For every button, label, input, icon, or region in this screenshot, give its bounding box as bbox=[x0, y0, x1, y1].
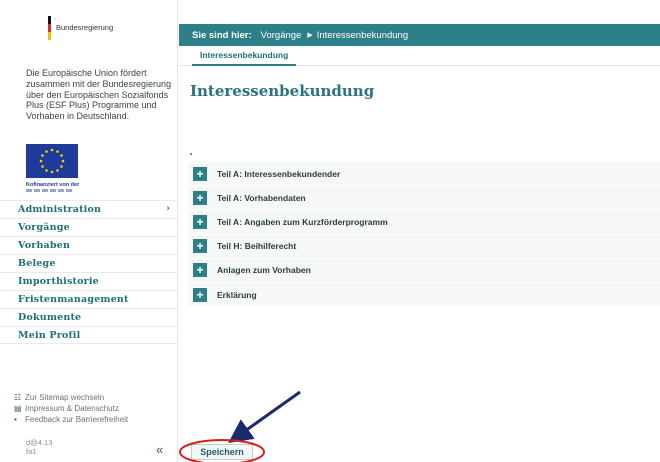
sidebar-item-dokumente[interactable]: Dokumente bbox=[0, 308, 178, 326]
sidebar-item-label: Vorgänge bbox=[18, 222, 70, 233]
section-erklaerung[interactable]: + Erklärung bbox=[188, 282, 660, 308]
sidebar-item-mein-profil[interactable]: Mein Profil bbox=[0, 326, 178, 344]
sitemap-link[interactable]: ☷ Zur Sitemap wechseln bbox=[14, 392, 128, 403]
section-title: Erklärung bbox=[217, 289, 257, 300]
cofinanced-label: Kofinanziert von der bbox=[26, 182, 80, 188]
section-title: Anlagen zum Vorhaben bbox=[217, 265, 311, 276]
sidebar-item-vorgaenge[interactable]: Vorgänge bbox=[0, 218, 178, 236]
eu-funding-notice: Die Europäische Union fördert zusammen m… bbox=[26, 68, 172, 122]
sidebar-item-fristenmanagement[interactable]: Fristenmanagement bbox=[0, 290, 178, 308]
sidebar-item-vorhaben[interactable]: Vorhaben bbox=[0, 236, 178, 254]
expand-plus-icon[interactable]: + bbox=[193, 287, 207, 302]
expand-plus-icon[interactable]: + bbox=[193, 239, 207, 254]
divider-dot bbox=[190, 153, 192, 155]
section-title: Teil A: Interessenbekundender bbox=[217, 168, 341, 179]
sidebar-item-label: Fristenmanagement bbox=[18, 294, 129, 305]
sidebar-item-label: Vorhaben bbox=[18, 240, 71, 251]
expand-plus-icon[interactable]: + bbox=[193, 190, 207, 205]
impressum-link[interactable]: ▤ Impressum & Datenschutz bbox=[14, 403, 128, 414]
feedback-icon: ▪ bbox=[14, 415, 17, 424]
sidebar-item-belege[interactable]: Belege bbox=[0, 254, 178, 272]
cofinanced-subtext bbox=[26, 189, 72, 192]
page-title: Interessenbekundung bbox=[190, 82, 375, 100]
expand-plus-icon[interactable]: + bbox=[193, 263, 207, 278]
logo-text: Bundesregierung bbox=[56, 23, 114, 32]
breadcrumb-bar: Sie sind hier: Vorgänge ▶ Interessenbeku… bbox=[179, 24, 660, 46]
expand-plus-icon[interactable]: + bbox=[193, 214, 207, 229]
document-icon: ▤ bbox=[14, 404, 22, 413]
section-accordion: + Teil A: Interessenbekundender + Teil A… bbox=[188, 162, 660, 308]
sidebar-item-label: Administration bbox=[18, 204, 102, 215]
save-button[interactable]: Speichern bbox=[191, 444, 253, 460]
feedback-link-label: Feedback zur Barrierefreiheit bbox=[25, 415, 129, 424]
sidebar-nav: Administration › Vorgänge Vorhaben Beleg… bbox=[0, 200, 178, 344]
sidebar-item-label: Dokumente bbox=[18, 312, 82, 323]
section-title: Teil A: Angaben zum Kurzförderprogramm bbox=[217, 216, 388, 227]
sidebar-item-label: Belege bbox=[18, 258, 56, 269]
section-beihilferecht[interactable]: + Teil H: Beihilferecht bbox=[188, 234, 660, 259]
section-vorhabendaten[interactable]: + Teil A: Vorhabendaten bbox=[188, 186, 660, 211]
section-title: Teil H: Beihilferecht bbox=[217, 241, 297, 252]
version-info: d@4.13 fa1 bbox=[26, 438, 52, 456]
section-interessenbekundender[interactable]: + Teil A: Interessenbekundender bbox=[188, 162, 660, 187]
tab-interessenbekundung[interactable]: Interessenbekundung bbox=[192, 46, 297, 66]
sitemap-icon: ☷ bbox=[14, 393, 22, 402]
section-title: Teil A: Vorhabendaten bbox=[217, 192, 306, 203]
expand-plus-icon[interactable]: + bbox=[193, 166, 207, 181]
version-line: d@4.13 bbox=[26, 438, 53, 447]
chevron-right-icon: › bbox=[166, 204, 170, 214]
footer-links: ☷ Zur Sitemap wechseln ▤ Impressum & Dat… bbox=[14, 392, 128, 425]
version-line: fa1 bbox=[26, 447, 37, 456]
eu-stars-icon bbox=[39, 148, 65, 174]
eu-flag-logo bbox=[26, 144, 78, 178]
breadcrumb-label: Sie sind hier: bbox=[192, 29, 252, 41]
sidebar-item-importhistorie[interactable]: Importhistorie bbox=[0, 272, 178, 290]
breadcrumb-item-vorgaenge[interactable]: Vorgänge bbox=[261, 30, 302, 41]
sidebar: ᷊ Bundesregierung Die Europäische Union … bbox=[0, 0, 178, 462]
feedback-link[interactable]: ▪ Feedback zur Barrierefreiheit bbox=[14, 414, 128, 425]
bundesregierung-logo: ᷊ Bundesregierung bbox=[48, 16, 113, 40]
breadcrumb-item-current: Interessenbekundung bbox=[316, 29, 409, 41]
section-anlagen[interactable]: + Anlagen zum Vorhaben bbox=[188, 258, 660, 283]
sitemap-link-label: Zur Sitemap wechseln bbox=[25, 393, 105, 402]
section-kurzfoerderprogramm[interactable]: + Teil A: Angaben zum Kurzförderprogramm bbox=[188, 210, 660, 235]
impressum-link-label: Impressum & Datenschutz bbox=[25, 404, 119, 413]
sidebar-item-administration[interactable]: Administration › bbox=[0, 200, 178, 218]
breadcrumb-separator-icon: ▶ bbox=[307, 32, 313, 39]
sidebar-item-label: Importhistorie bbox=[18, 276, 99, 287]
tab-bar: Interessenbekundung bbox=[179, 46, 660, 66]
collapse-sidebar-button[interactable]: « bbox=[156, 442, 163, 457]
annotation-arrow-icon bbox=[228, 390, 301, 443]
german-flag-bar bbox=[48, 16, 51, 40]
sidebar-item-label: Mein Profil bbox=[18, 329, 81, 341]
